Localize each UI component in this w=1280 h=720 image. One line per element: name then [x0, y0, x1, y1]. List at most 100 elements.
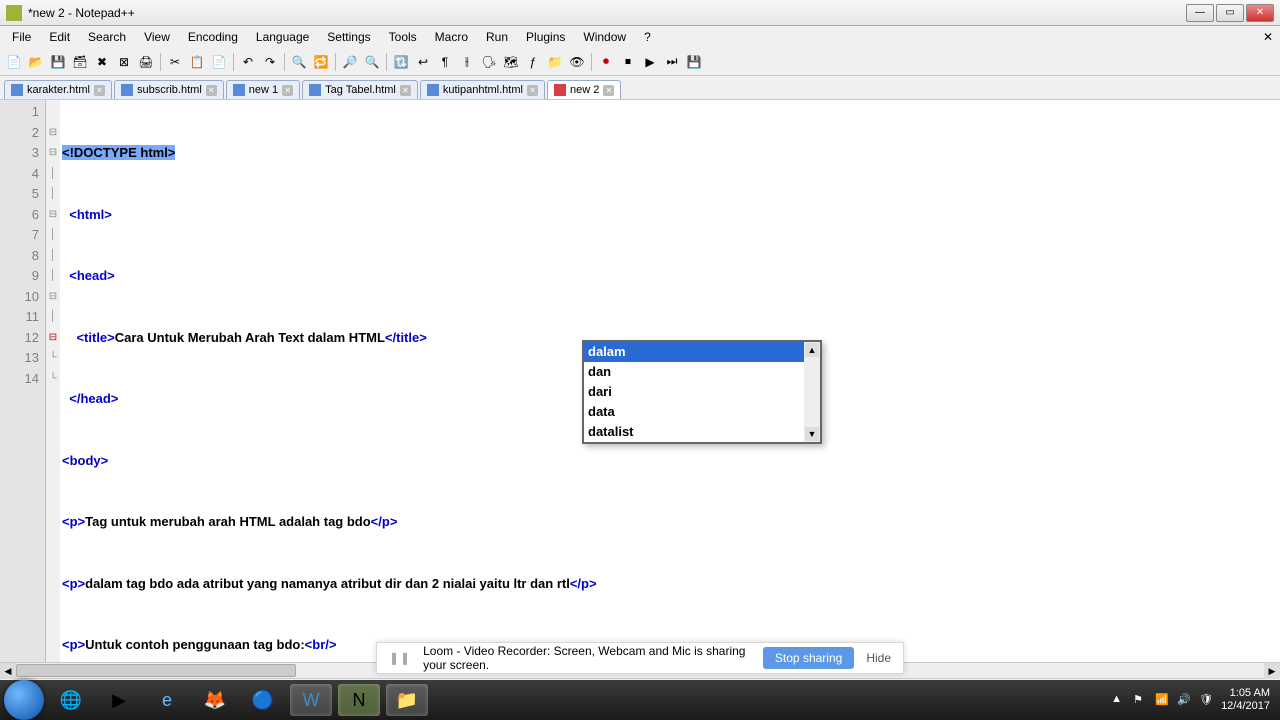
autocomplete-item[interactable]: datalist — [584, 422, 804, 442]
stop-macro-icon[interactable]: ⏹ — [618, 52, 638, 72]
save-all-icon[interactable]: 🗃 — [70, 52, 90, 72]
zoom-out-icon[interactable]: 🔍 — [362, 52, 382, 72]
menu-macro[interactable]: Macro — [427, 28, 476, 46]
fold-icon[interactable]: │ — [46, 307, 60, 328]
autocomplete-item[interactable]: data — [584, 402, 804, 422]
close-icon[interactable]: ✕ — [206, 85, 217, 96]
fold-icon[interactable]: ⊟ — [46, 123, 60, 144]
menu-edit[interactable]: Edit — [41, 28, 78, 46]
tab-tagtabel[interactable]: Tag Tabel.html✕ — [302, 80, 418, 99]
tab-new1[interactable]: new 1✕ — [226, 80, 300, 99]
scroll-right-icon[interactable]: ▶ — [1264, 663, 1280, 679]
sync-scroll-icon[interactable]: 🔃 — [391, 52, 411, 72]
hide-button[interactable]: Hide — [866, 651, 891, 665]
close-icon[interactable]: ✕ — [94, 85, 105, 96]
fold-icon[interactable]: ⊟ — [46, 143, 60, 164]
tray-network-icon[interactable]: 📶 — [1155, 693, 1169, 707]
wordwrap-icon[interactable]: ↩ — [413, 52, 433, 72]
monitor-icon[interactable]: 👁 — [567, 52, 587, 72]
tab-new2[interactable]: new 2✕ — [547, 80, 621, 99]
fold-icon[interactable]: │ — [46, 184, 60, 205]
folder-workspace-icon[interactable]: 📁 — [545, 52, 565, 72]
taskbar-explorer-icon[interactable]: 📁 — [386, 684, 428, 716]
new-file-icon[interactable]: 📄 — [4, 52, 24, 72]
scroll-down-icon[interactable]: ▼ — [805, 427, 819, 441]
fold-icon[interactable]: ⊟ — [46, 328, 60, 349]
autocomplete-item[interactable]: dan — [584, 362, 804, 382]
taskbar-firefox-icon[interactable]: 🦊 — [194, 684, 236, 716]
record-macro-icon[interactable]: ⏺ — [596, 52, 616, 72]
fold-icon[interactable]: └ — [46, 369, 60, 390]
taskbar-media-icon[interactable]: ▶ — [98, 684, 140, 716]
tab-karakter[interactable]: karakter.html✕ — [4, 80, 112, 99]
scroll-left-icon[interactable]: ◀ — [0, 663, 16, 679]
fold-icon[interactable]: ⊟ — [46, 287, 60, 308]
start-button[interactable] — [4, 680, 44, 720]
close-icon[interactable]: ✕ — [400, 85, 411, 96]
scrollbar-thumb[interactable] — [16, 664, 296, 677]
tab-subscrib[interactable]: subscrib.html✕ — [114, 80, 224, 99]
autocomplete-popup[interactable]: ▲ dalam dan dari data datalist ▼ — [582, 340, 822, 444]
menu-settings[interactable]: Settings — [319, 28, 378, 46]
menu-help[interactable]: ? — [636, 28, 659, 46]
redo-icon[interactable]: ↷ — [260, 52, 280, 72]
fold-icon[interactable]: └ — [46, 348, 60, 369]
tab-kutipan[interactable]: kutipanhtml.html✕ — [420, 80, 545, 99]
menu-search[interactable]: Search — [80, 28, 134, 46]
undo-icon[interactable]: ↶ — [238, 52, 258, 72]
tray-volume-icon[interactable]: 🔊 — [1177, 693, 1191, 707]
fold-icon[interactable]: │ — [46, 164, 60, 185]
play-macro-icon[interactable]: ▶ — [640, 52, 660, 72]
tray-action-icon[interactable]: ⚑ — [1133, 693, 1147, 707]
zoom-in-icon[interactable]: 🔎 — [340, 52, 360, 72]
pause-icon[interactable]: ❚❚ — [389, 651, 411, 665]
fold-icon[interactable]: │ — [46, 246, 60, 267]
tab-close-x-icon[interactable]: ✕ — [1260, 29, 1276, 45]
fold-icon[interactable]: │ — [46, 225, 60, 246]
close-icon[interactable]: ✕ — [603, 85, 614, 96]
menu-file[interactable]: File — [4, 28, 39, 46]
show-chars-icon[interactable]: ¶ — [435, 52, 455, 72]
scroll-up-icon[interactable]: ▲ — [805, 343, 819, 357]
print-icon[interactable]: 🖨 — [136, 52, 156, 72]
replace-icon[interactable]: 🔁 — [311, 52, 331, 72]
close-button[interactable]: ✕ — [1246, 4, 1274, 22]
menu-plugins[interactable]: Plugins — [518, 28, 573, 46]
taskbar-app-icon[interactable]: 🌐 — [50, 684, 92, 716]
close-all-icon[interactable]: ⊠ — [114, 52, 134, 72]
menu-window[interactable]: Window — [575, 28, 634, 46]
fold-icon[interactable]: │ — [46, 266, 60, 287]
paste-icon[interactable]: 📄 — [209, 52, 229, 72]
find-icon[interactable]: 🔍 — [289, 52, 309, 72]
autocomplete-item[interactable]: dari — [584, 382, 804, 402]
menu-view[interactable]: View — [136, 28, 178, 46]
copy-icon[interactable]: 📋 — [187, 52, 207, 72]
close-file-icon[interactable]: ✖ — [92, 52, 112, 72]
tray-shield-icon[interactable]: 🛡 — [1199, 693, 1213, 707]
cut-icon[interactable]: ✂ — [165, 52, 185, 72]
taskbar-chrome-icon[interactable]: 🔵 — [242, 684, 284, 716]
tray-up-icon[interactable]: ▲ — [1111, 693, 1125, 707]
fold-icon[interactable] — [46, 102, 60, 123]
close-icon[interactable]: ✕ — [282, 85, 293, 96]
menu-language[interactable]: Language — [248, 28, 317, 46]
taskbar-ie-icon[interactable]: e — [146, 684, 188, 716]
indent-guide-icon[interactable]: ⫲ — [457, 52, 477, 72]
autocomplete-item[interactable]: dalam — [584, 342, 804, 362]
maximize-button[interactable]: ▭ — [1216, 4, 1244, 22]
menu-encoding[interactable]: Encoding — [180, 28, 246, 46]
save-macro-icon[interactable]: 💾 — [684, 52, 704, 72]
play-multi-icon[interactable]: ⏭ — [662, 52, 682, 72]
system-clock[interactable]: 1:05 AM 12/4/2017 — [1221, 687, 1270, 713]
func-list-icon[interactable]: ƒ — [523, 52, 543, 72]
user-lang-icon[interactable]: 🗣 — [479, 52, 499, 72]
menu-tools[interactable]: Tools — [381, 28, 425, 46]
minimize-button[interactable]: — — [1186, 4, 1214, 22]
fold-icon[interactable]: ⊟ — [46, 205, 60, 226]
taskbar-notepadpp-icon[interactable]: N — [338, 684, 380, 716]
stop-sharing-button[interactable]: Stop sharing — [763, 647, 854, 669]
menu-run[interactable]: Run — [478, 28, 516, 46]
taskbar-word-icon[interactable]: W — [290, 684, 332, 716]
save-icon[interactable]: 💾 — [48, 52, 68, 72]
doc-map-icon[interactable]: 🗺 — [501, 52, 521, 72]
